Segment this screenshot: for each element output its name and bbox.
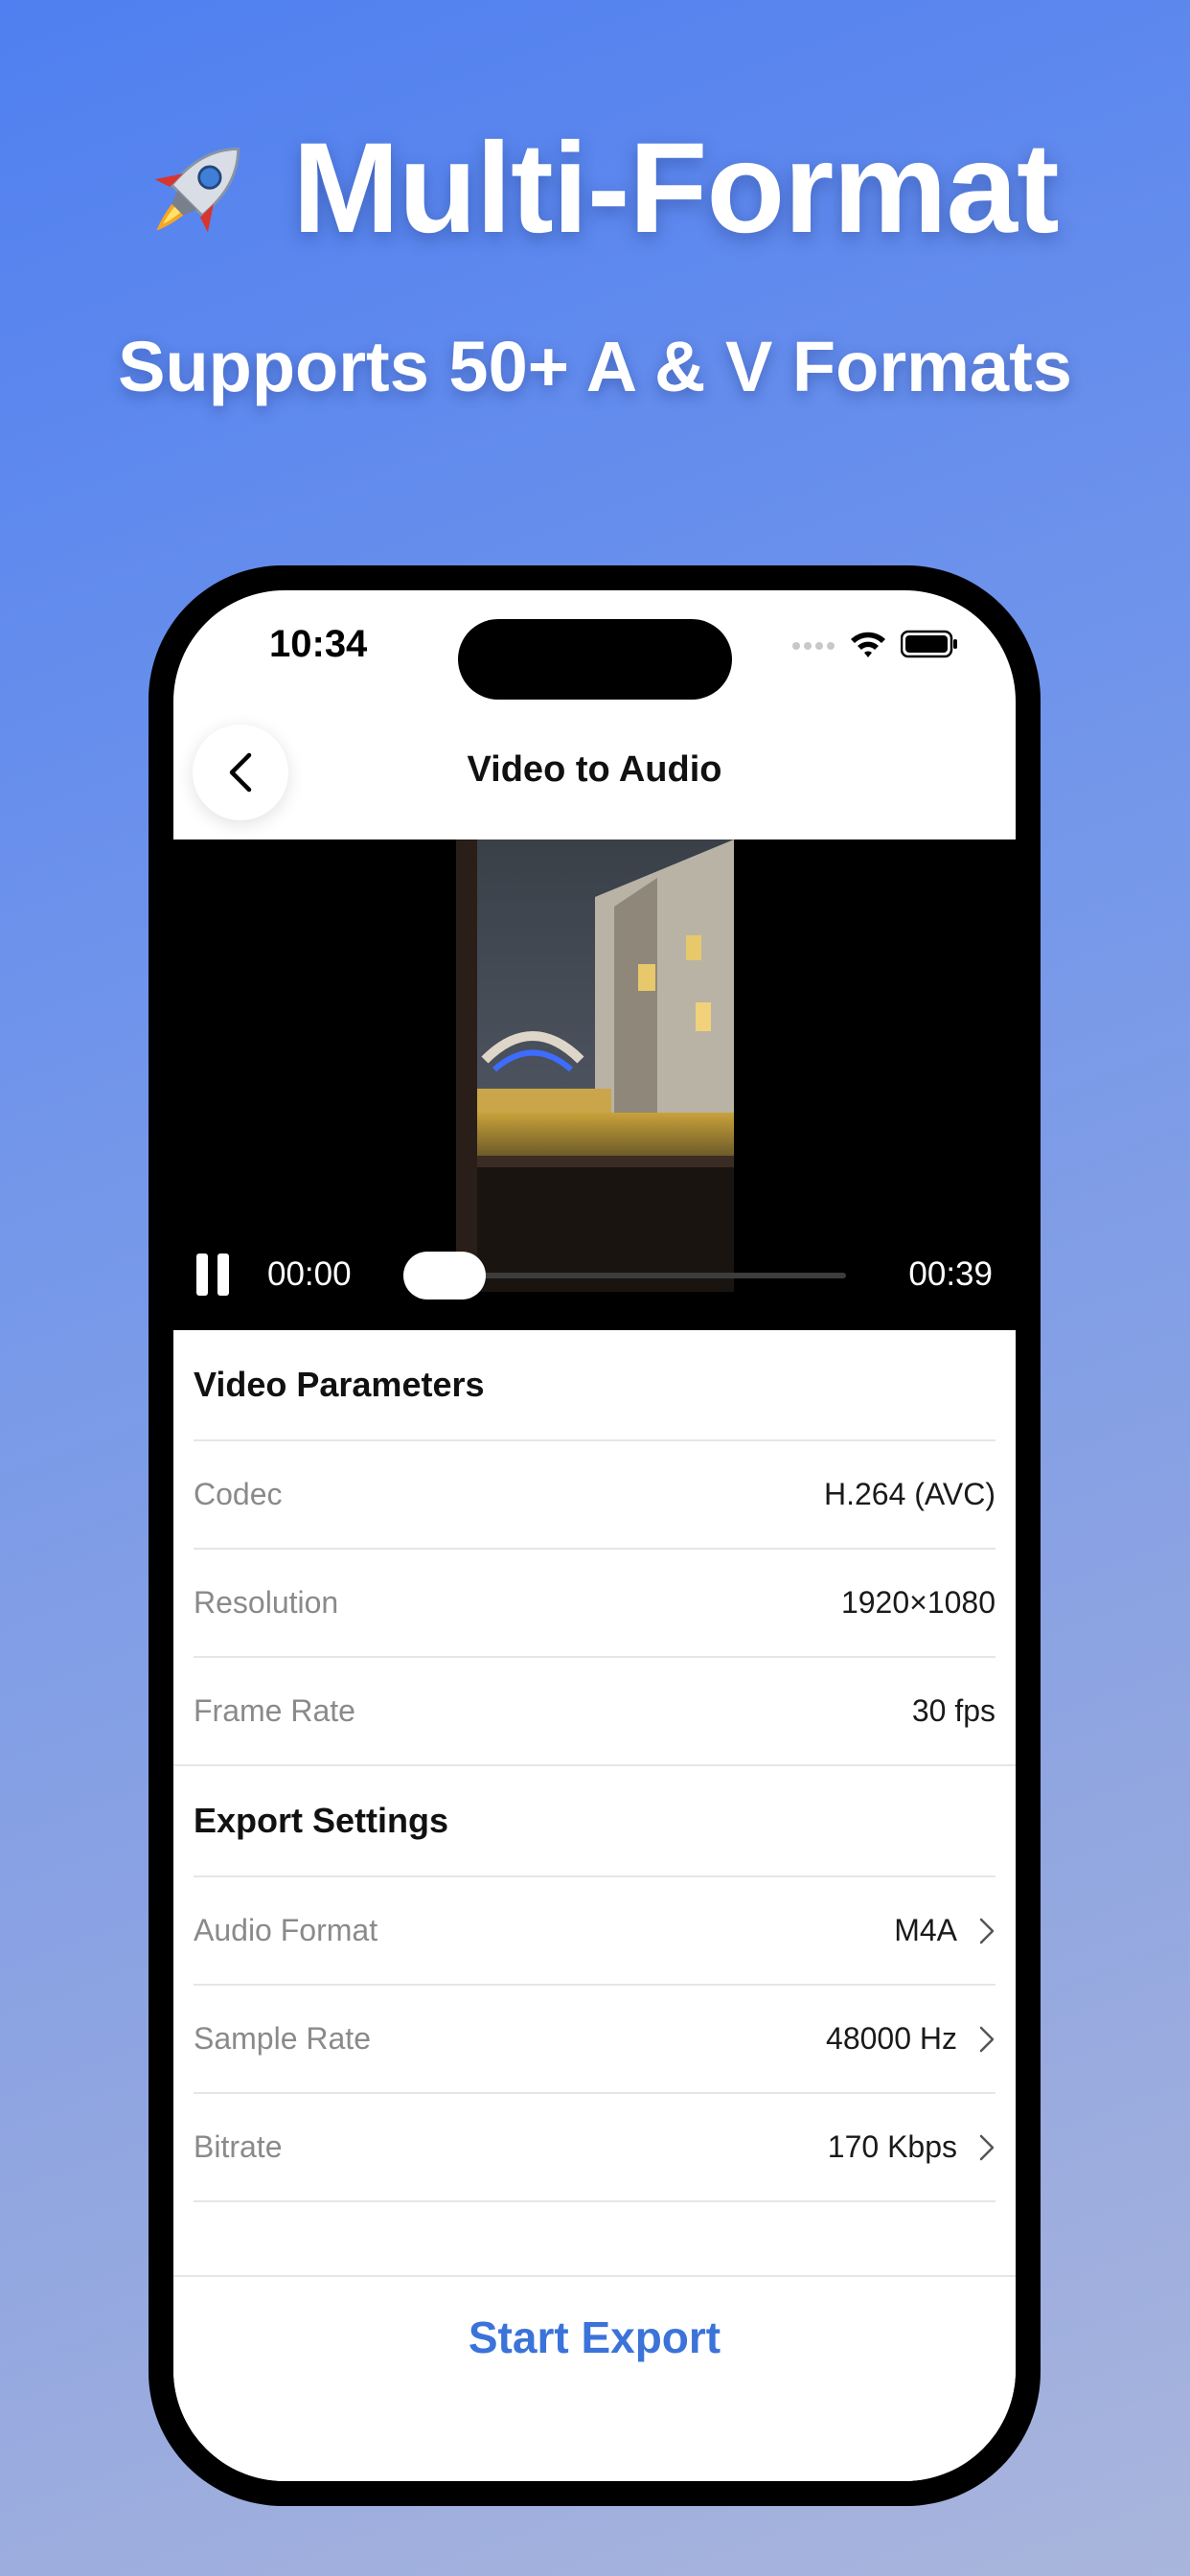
row-value: 170 Kbps [827,2129,957,2164]
settings-list: Video Parameters Codec H.264 (AVC) Resol… [173,1330,1016,2202]
chevron-right-icon [979,1918,995,1944]
battery-icon [901,630,957,658]
rocket-icon [154,147,240,233]
status-icons [791,629,958,659]
cellular-signal-icon [792,642,835,650]
row-value-group: 170 Kbps [828,2129,995,2165]
promo-title-text: Multi-Format [292,117,1059,260]
pause-icon [196,1254,208,1296]
promo-title: Multi-Format [0,115,1190,262]
row-value: 30 fps [911,1693,995,1728]
phone-frame: 10:34 Video to Audio 00:00 00:39 Video P… [149,565,1041,2506]
chevron-right-icon [979,2026,995,2052]
row-label: Audio Format [194,1913,378,1947]
chevron-right-icon [979,2134,995,2160]
progress-thumb[interactable] [403,1252,486,1300]
row-label: Bitrate [194,2129,283,2164]
video-parameters-heading: Video Parameters [194,1365,485,1404]
row-label: Frame Rate [194,1693,355,1728]
wifi-icon [851,632,885,657]
bottom-bar: Start Export [173,2275,1016,2481]
video-player[interactable]: 00:00 00:39 [173,840,1016,1330]
promo-subtitle: Supports 50+ A & V Formats [118,327,1072,406]
playback-controls: 00:00 00:39 [173,1234,1016,1321]
codec-row: Codec H.264 (AVC) [194,1439,995,1548]
bitrate-row[interactable]: Bitrate 170 Kbps [194,2092,995,2200]
pause-button[interactable] [196,1254,231,1296]
sample-rate-row[interactable]: Sample Rate 48000 Hz [194,1984,995,2092]
row-label: Resolution [194,1585,339,1620]
status-bar: 10:34 [173,590,1016,705]
pause-icon [217,1254,229,1296]
frame-rate-row: Frame Rate 30 fps [194,1656,995,1764]
row-value: M4A [894,1913,957,1947]
total-time: 00:39 [908,1255,993,1293]
status-time: 10:34 [269,623,368,665]
start-export-button[interactable]: Start Export [173,2312,1016,2363]
row-value: 1920×1080 [840,1585,995,1620]
row-value: 48000 Hz [826,2021,957,2056]
export-settings-heading: Export Settings [194,1801,449,1840]
current-time: 00:00 [267,1255,352,1293]
video-preview [456,840,734,1292]
row-label: Codec [194,1477,283,1511]
row-value-group: M4A [894,1913,995,1948]
resolution-row: Resolution 1920×1080 [194,1548,995,1656]
row-label: Sample Rate [194,2021,371,2056]
row-value: H.264 (AVC) [823,1477,995,1511]
app-screen: 10:34 Video to Audio 00:00 00:39 Video P… [173,590,1016,2481]
audio-format-row[interactable]: Audio Format M4A [194,1875,995,1984]
section-divider [194,2200,995,2202]
row-value-group: 48000 Hz [826,2021,995,2057]
dynamic-island [458,619,732,700]
page-title: Video to Audio [467,749,722,790]
navigation-bar: Video to Audio [173,705,1016,836]
